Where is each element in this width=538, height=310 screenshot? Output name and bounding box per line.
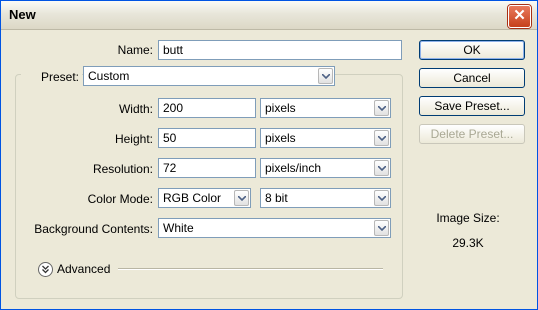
color-mode-label: Color Mode: <box>87 192 153 206</box>
image-size-label: Image Size: <box>436 211 500 225</box>
chevron-down-icon[interactable] <box>318 68 333 84</box>
advanced-toggle-label[interactable]: Advanced <box>57 262 110 276</box>
width-input[interactable]: 200 <box>158 98 256 118</box>
chevron-down-icon[interactable] <box>374 100 389 116</box>
height-unit-value: pixels <box>265 131 296 145</box>
color-mode-value: RGB Color <box>163 191 222 205</box>
chevron-down-icon[interactable] <box>374 220 389 236</box>
chevron-down-icon[interactable] <box>374 160 389 176</box>
height-label: Height: <box>114 132 153 146</box>
close-button[interactable]: ✕ <box>508 5 531 28</box>
save-preset-button[interactable]: Save Preset... <box>419 96 525 116</box>
width-unit-value: pixels <box>265 101 296 115</box>
new-document-dialog: New ✕ Name: butt Preset: Custom Width: 2… <box>0 0 538 310</box>
double-chevron-down-icon[interactable] <box>38 262 53 277</box>
height-unit-select[interactable]: pixels <box>260 128 391 148</box>
background-contents-value: White <box>163 221 194 235</box>
ok-button[interactable]: OK <box>419 40 525 60</box>
advanced-divider <box>118 268 383 270</box>
preset-label: Preset: <box>21 70 82 84</box>
preset-value: Custom <box>88 69 130 83</box>
chevron-down-icon[interactable] <box>374 190 389 206</box>
cancel-button[interactable]: Cancel <box>419 68 525 88</box>
width-label: Width: <box>118 102 153 116</box>
background-contents-select[interactable]: White <box>158 218 391 238</box>
preset-select[interactable]: Custom <box>83 66 335 86</box>
title-bar[interactable]: New ✕ <box>1 1 537 30</box>
bit-depth-value: 8 bit <box>265 191 288 205</box>
resolution-unit-select[interactable]: pixels/inch <box>260 158 391 178</box>
color-mode-select[interactable]: RGB Color <box>158 188 251 208</box>
height-input[interactable]: 50 <box>158 128 256 148</box>
close-icon: ✕ <box>513 7 526 24</box>
background-contents-label: Background Contents: <box>34 222 153 236</box>
image-size-value: 29.3K <box>452 236 484 250</box>
name-input[interactable]: butt <box>158 40 402 60</box>
width-unit-select[interactable]: pixels <box>260 98 391 118</box>
resolution-label: Resolution: <box>92 162 153 176</box>
resolution-unit-value: pixels/inch <box>265 161 322 175</box>
delete-preset-button[interactable]: Delete Preset... <box>419 124 525 144</box>
chevron-down-icon[interactable] <box>234 190 249 206</box>
bit-depth-select[interactable]: 8 bit <box>260 188 391 208</box>
chevron-down-icon[interactable] <box>374 130 389 146</box>
dialog-title: New <box>9 7 36 22</box>
name-label: Name: <box>117 43 153 57</box>
resolution-input[interactable]: 72 <box>158 158 256 178</box>
